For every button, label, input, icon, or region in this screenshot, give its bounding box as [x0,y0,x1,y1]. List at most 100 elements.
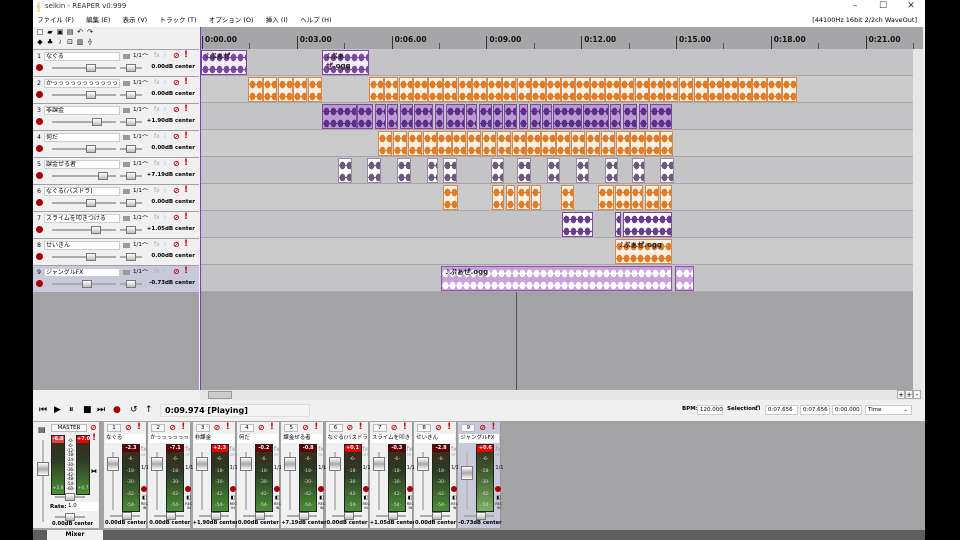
pan-slider[interactable] [120,145,142,153]
selection-length-field[interactable]: 0:00.000 [832,405,862,415]
media-item[interactable] [504,104,517,129]
mixer-tab[interactable]: Mixer [47,530,103,540]
master-width-handle[interactable] [65,493,75,501]
record-arm-button[interactable] [36,226,43,233]
volume-slider-handle[interactable] [91,118,102,126]
pan-slider[interactable] [120,199,142,207]
envelope-icon[interactable]: ⌒ [142,160,148,169]
io-button[interactable]: 1/1 [133,269,142,275]
master-mono-button[interactable]: ! [92,433,96,443]
media-item[interactable] [644,185,660,210]
media-item[interactable] [248,77,263,102]
media-item[interactable] [556,131,571,156]
fx-bypass-icon[interactable]: ⁞ [164,160,166,167]
folder-icon[interactable] [123,135,130,140]
envelope-icon[interactable]: ⌒ [142,268,148,277]
folder-icon[interactable] [123,162,130,167]
channel-solo-button[interactable]: ! [314,422,318,432]
volume-slider[interactable] [52,226,116,234]
media-item[interactable] [472,77,487,102]
record-input-button[interactable]: REC IN [274,502,281,510]
record-arm-button[interactable] [36,172,43,179]
record-icon[interactable]: ● [113,405,121,415]
media-item[interactable] [541,131,556,156]
pan-slider[interactable] [120,91,142,99]
mute-button[interactable]: ⊘ [173,78,180,87]
volume-slider[interactable] [52,199,116,207]
volume-slider[interactable] [52,172,116,180]
volume-slider[interactable] [52,253,116,261]
record-input-button[interactable]: REC IN [495,502,502,510]
fx-bypass-icon[interactable]: ⁞ [164,133,166,140]
track-lane[interactable]: ♪ぶぁぜ ♪ぶぁぜ.ogg [201,49,913,76]
media-item[interactable] [443,158,458,183]
channel-solo-button[interactable]: ! [226,422,230,432]
fx-bypass-icon[interactable]: ⁞ [164,241,166,248]
channel-volume-fader[interactable] [328,452,341,510]
volume-slider-handle[interactable] [90,226,101,234]
channel-pan-handle[interactable] [476,512,487,520]
channel-volume-fader[interactable] [372,452,385,510]
selection-start-field[interactable]: 0:07.656 [765,405,798,415]
envelope-icon[interactable]: ⌒ [142,106,148,115]
track-header[interactable]: 2かっっっっっっっっっっっっっっった 1/1⌒ fx ⁞ ⊘! 0.00dB center [33,77,199,104]
io-button[interactable]: 1/1 [133,80,142,86]
close-button[interactable]: ✕ [897,0,925,13]
pause-icon[interactable]: ⏸ [69,405,74,415]
rate-field[interactable]: 1.0 [66,502,98,511]
maximize-button[interactable]: ☐ [869,0,897,13]
media-item[interactable] [338,158,353,183]
media-item[interactable]: ♪ぶぁぜ [201,50,248,75]
channel-volume-fader[interactable] [239,452,252,510]
channel-pan-slider[interactable] [375,512,406,520]
go-end-icon[interactable]: ⏭ [97,405,105,415]
media-item[interactable] [645,131,660,156]
mute-button[interactable]: ⊘ [173,132,180,141]
pan-slider[interactable] [120,118,142,126]
media-item[interactable] [546,77,561,102]
channel-record-arm-button[interactable] [318,486,325,492]
volume-slider-handle[interactable] [86,253,97,261]
media-item[interactable] [445,104,465,129]
folder-icon[interactable] [123,189,130,194]
channel-record-arm-button[interactable] [185,486,192,492]
snap-icon[interactable]: ⊡ [66,39,74,46]
record-monitor-icon[interactable]: ◧ [142,495,147,501]
fx-button[interactable]: fx [154,268,160,275]
record-arm-button[interactable] [36,64,43,71]
media-item[interactable] [516,77,532,102]
io-button[interactable]: 1/1 [133,134,142,140]
media-item[interactable] [414,104,434,129]
volume-slider-handle[interactable] [98,172,109,180]
channel-fx-button[interactable]: fx [141,446,147,453]
media-item[interactable] [708,77,723,102]
channel-fader-handle[interactable] [461,466,474,480]
media-item[interactable] [357,104,374,129]
arrange-view[interactable]: ♪ぶぁぜ ♪ぶぁぜ.ogg ♪ぶぁぜ.ogg ♪ぶぁぜ.ogg [200,49,913,390]
channel-mute-button[interactable]: ⊘ [479,423,486,432]
folder-icon[interactable] [123,270,130,275]
track-name-field[interactable]: 非課金 [44,106,120,115]
media-item[interactable] [693,77,709,102]
media-item[interactable] [678,77,694,102]
media-item[interactable] [278,77,293,102]
bpm-field[interactable]: 120.000 [697,405,723,415]
track-header[interactable]: 9 ジャングルFX 1/1 ⌒ fx ⁞ ⊘! -0.73dB center [33,266,199,293]
media-item[interactable] [518,104,529,129]
track-header[interactable]: 7 スライムを叩きつける 1/1 ⌒ fx ⁞ ⊘! +1.05dB center [33,212,199,239]
selection-end-field[interactable]: 0:07.656 [800,405,830,415]
volume-slider[interactable] [52,64,116,72]
solo-button[interactable]: ! [184,266,188,276]
folder-icon[interactable] [123,108,130,113]
channel-record-arm-button[interactable] [273,486,280,492]
channel-pan-handle[interactable] [387,512,398,520]
media-item[interactable] [377,131,393,156]
channel-volume-fader[interactable] [107,452,119,510]
media-item[interactable] [481,131,497,156]
channel-name[interactable]: ジャングルFX [459,434,500,443]
media-item[interactable] [505,185,516,210]
record-input-button[interactable]: REC IN [141,502,148,510]
media-item[interactable] [737,77,753,102]
media-item[interactable] [496,131,511,156]
media-item[interactable] [434,104,445,129]
